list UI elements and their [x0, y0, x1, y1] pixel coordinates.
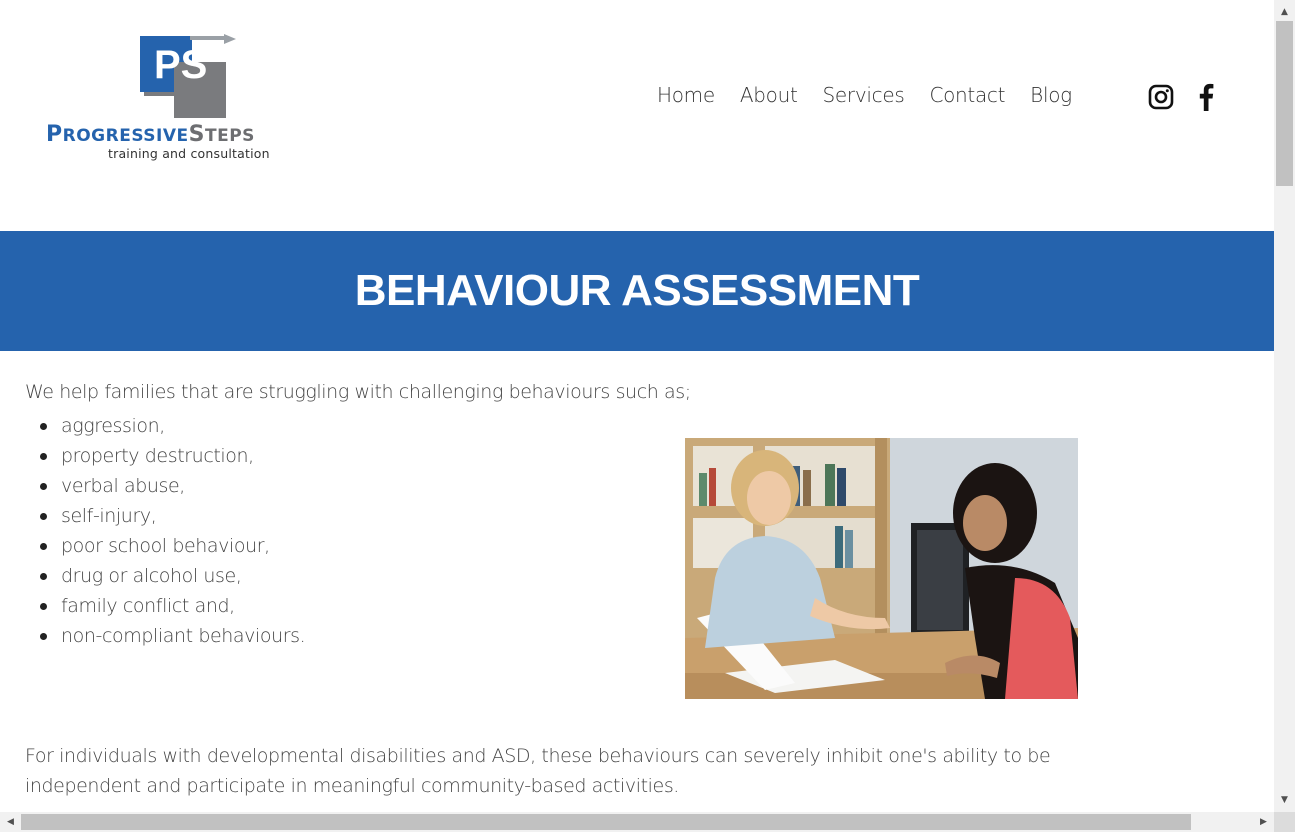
instagram-icon[interactable] [1147, 83, 1175, 111]
main-nav: Home About Services Contact Blog [657, 80, 1097, 110]
nav-contact[interactable]: Contact [929, 80, 1005, 110]
description-paragraph: For individuals with developmental disab… [25, 745, 1051, 797]
svg-text:PS: PS [154, 43, 207, 87]
scroll-right-arrow-icon[interactable]: ▶ [1255, 812, 1272, 832]
list-item: drug or alcohol use, [38, 561, 305, 591]
vertical-scroll-thumb[interactable] [1276, 21, 1293, 186]
social-links [1147, 83, 1237, 111]
horizontal-scroll-thumb[interactable] [21, 814, 1191, 830]
list-item: family conflict and, [38, 591, 305, 621]
logo-tagline: training and consultation [108, 146, 270, 161]
list-item: self-injury, [38, 501, 305, 531]
scroll-up-arrow-icon[interactable]: ▲ [1274, 3, 1295, 20]
consultation-photo [685, 438, 1078, 699]
scrollbar-corner [1274, 812, 1295, 832]
list-item: non-compliant behaviours. [38, 621, 306, 651]
facebook-icon[interactable] [1192, 83, 1220, 111]
behaviour-list: aggression, property destruction, verbal… [38, 411, 306, 651]
logo-wordmark: PROGRESSIVESTEPS [46, 122, 255, 147]
site-logo[interactable]: PS PROGRESSIVESTEPS training and consult… [44, 34, 344, 164]
logo-mark: PS [140, 34, 236, 118]
list-item: aggression, [38, 411, 305, 441]
list-item: property destruction, [38, 441, 305, 471]
nav-home[interactable]: Home [657, 80, 715, 110]
nav-blog[interactable]: Blog [1030, 80, 1072, 110]
list-item: poor school behaviour, [38, 531, 305, 561]
intro-text: We help families that are struggling wit… [25, 381, 691, 403]
page-title: BEHAVIOUR ASSESSMENT [354, 266, 920, 315]
nav-services[interactable]: Services [823, 80, 905, 110]
scroll-down-arrow-icon[interactable]: ▼ [1274, 791, 1295, 808]
site-header: PS PROGRESSIVESTEPS training and consult… [0, 0, 1274, 231]
vertical-scrollbar[interactable]: ▲ ▼ [1274, 0, 1295, 812]
horizontal-scrollbar[interactable]: ◀ ▶ [0, 812, 1274, 832]
list-item: verbal abuse, [38, 471, 305, 501]
page-banner: BEHAVIOUR ASSESSMENT [0, 231, 1274, 351]
nav-about[interactable]: About [740, 80, 798, 110]
scroll-left-arrow-icon[interactable]: ◀ [2, 812, 19, 832]
